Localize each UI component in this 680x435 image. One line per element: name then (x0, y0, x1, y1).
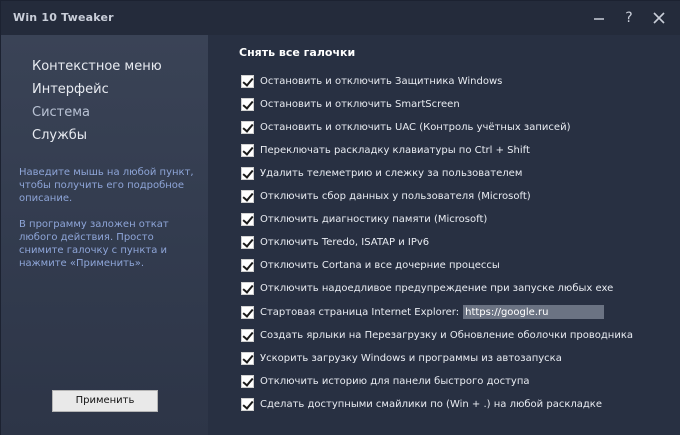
option-label: Отключить надоедливое предупреждение при… (260, 282, 614, 294)
checkbox[interactable] (241, 143, 254, 157)
option-label: Остановить и отключить UAC (Контроль учё… (260, 121, 571, 133)
checkbox[interactable] (241, 120, 254, 134)
sidebar: Контекстное меню Интерфейс Система Служб… (1, 35, 208, 435)
sidebar-item-system[interactable]: Система (32, 105, 90, 120)
option-label: Отключить сбор данных у пользователя (Mi… (260, 190, 531, 202)
option-label: Отключить Cortana и все дочерние процесс… (260, 259, 500, 271)
option-row[interactable]: Отключить надоедливое предупреждение при… (241, 281, 613, 295)
option-row[interactable]: Создать ярлыки на Перезагрузку и Обновле… (241, 328, 633, 342)
app-window: Win 10 Tweaker ? Контекстное меню Интерф… (0, 0, 680, 435)
checkbox[interactable] (241, 374, 254, 388)
sidebar-item-services[interactable]: Службы (32, 128, 87, 143)
option-row[interactable]: Отключить историю для панели быстрого до… (241, 374, 530, 388)
option-row[interactable]: Отключить Teredo, ISATAP и IPv6 (241, 235, 429, 249)
option-row[interactable]: Отключить диагностику памяти (Microsoft) (241, 212, 487, 226)
window-title: Win 10 Tweaker (13, 11, 114, 24)
checkbox[interactable] (241, 305, 254, 319)
close-icon (653, 12, 665, 24)
option-row[interactable]: Стартовая страница Internet Explorer: (241, 305, 605, 319)
sidebar-item-interface[interactable]: Интерфейс (32, 82, 109, 97)
checkbox[interactable] (241, 189, 254, 203)
option-row[interactable]: Отключить сбор данных у пользователя (Mi… (241, 189, 531, 203)
checkbox[interactable] (241, 328, 254, 342)
checkbox[interactable] (241, 74, 254, 88)
minimize-button[interactable] (588, 7, 610, 29)
option-row[interactable]: Остановить и отключить UAC (Контроль учё… (241, 120, 570, 134)
hint-rollback: В программу заложен откат любого действи… (19, 219, 169, 269)
checkbox[interactable] (241, 166, 254, 180)
checkbox[interactable] (241, 258, 254, 272)
apply-button[interactable]: Применить (52, 390, 158, 412)
option-row[interactable]: Остановить и отключить Защитника Windows (241, 74, 502, 88)
option-label: Остановить и отключить SmartScreen (260, 98, 460, 110)
option-row[interactable]: Отключить Cortana и все дочерние процесс… (241, 258, 500, 272)
checkbox[interactable] (241, 281, 254, 295)
checkbox[interactable] (241, 351, 254, 365)
close-button[interactable] (648, 7, 670, 29)
option-label: Удалить телеметрию и слежку за пользоват… (260, 167, 523, 179)
title-bar[interactable]: Win 10 Tweaker ? (1, 1, 680, 35)
option-row[interactable]: Остановить и отключить SmartScreen (241, 97, 460, 111)
option-label: Создать ярлыки на Перезагрузку и Обновле… (260, 329, 634, 341)
checkbox[interactable] (241, 97, 254, 111)
sidebar-item-context-menu[interactable]: Контекстное меню (32, 59, 162, 74)
start-page-url-input[interactable] (463, 305, 605, 319)
uncheck-all-link[interactable]: Снять все галочки (239, 46, 355, 59)
option-label: Отключить Teredo, ISATAP и IPv6 (260, 236, 430, 248)
option-label: Стартовая страница Internet Explorer: (260, 306, 460, 318)
minimize-icon (594, 18, 604, 20)
option-label: Остановить и отключить Защитника Windows (260, 75, 503, 87)
option-row[interactable]: Переключать раскладку клавиатуры по Ctrl… (241, 143, 530, 157)
checkbox[interactable] (241, 235, 254, 249)
option-label: Сделать доступными смайлики по (Win + .)… (260, 398, 602, 410)
option-row[interactable]: Сделать доступными смайлики по (Win + .)… (241, 397, 602, 411)
option-label: Переключать раскладку клавиатуры по Ctrl… (260, 144, 530, 156)
hint-description: Наведите мышь на любой пункт, чтобы полу… (19, 167, 194, 204)
main-panel: Снять все галочки Остановить и отключить… (208, 35, 680, 435)
help-icon: ? (625, 10, 633, 26)
help-button[interactable]: ? (618, 7, 640, 29)
checkbox[interactable] (241, 212, 254, 226)
option-label: Отключить историю для панели быстрого до… (260, 375, 530, 387)
option-label: Отключить диагностику памяти (Microsoft) (260, 213, 488, 225)
option-label: Ускорить загрузку Windows и программы из… (260, 352, 562, 364)
option-row[interactable]: Удалить телеметрию и слежку за пользоват… (241, 166, 522, 180)
checkbox[interactable] (241, 397, 254, 411)
option-row[interactable]: Ускорить загрузку Windows и программы из… (241, 351, 562, 365)
